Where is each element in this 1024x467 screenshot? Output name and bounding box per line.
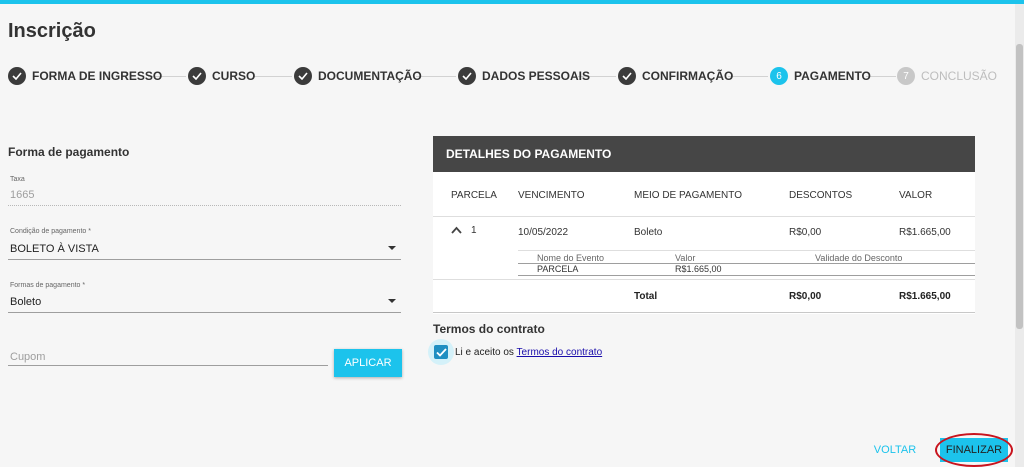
back-button[interactable]: VOLTAR xyxy=(868,441,922,459)
step-label: FORMA DE INGRESSO xyxy=(32,69,163,83)
cupom-input[interactable]: Cupom xyxy=(10,351,45,363)
step-documentacao[interactable]: DOCUMENTAÇÃO xyxy=(294,66,422,86)
check-icon xyxy=(8,67,26,85)
sub-column-header: Nome do Evento xyxy=(537,253,605,263)
row-divider xyxy=(433,279,975,280)
top-accent-bar xyxy=(0,0,1024,4)
chevron-down-icon[interactable] xyxy=(388,299,396,303)
step-label: CURSO xyxy=(212,69,256,83)
total-label: Total xyxy=(634,291,658,302)
payment-details-panel: DETALHES DO PAGAMENTO PARCELA VENCIMENTO… xyxy=(433,136,975,314)
step-label: CONCLUSÃO xyxy=(921,69,998,83)
check-icon xyxy=(294,67,312,85)
step-confirmacao[interactable]: CONFIRMAÇÃO xyxy=(618,66,733,86)
step-dados-pessoais[interactable]: DADOS PESSOAIS xyxy=(458,66,590,86)
evento-cell: PARCELA xyxy=(537,264,579,274)
sub-row-divider xyxy=(518,275,975,276)
chevron-down-icon[interactable] xyxy=(388,246,396,250)
terms-text: Li e aceito os Termos do contrato xyxy=(455,347,602,358)
step-label: CONFIRMAÇÃO xyxy=(642,69,734,83)
stepper: FORMA DE INGRESSO CURSO DOCUMENTAÇÃO DAD… xyxy=(8,66,998,86)
step-label: DADOS PESSOAIS xyxy=(482,69,591,83)
taxa-underline xyxy=(8,205,401,206)
condicao-underline xyxy=(8,259,401,260)
terms-checkbox[interactable] xyxy=(434,345,448,359)
apply-coupon-button[interactable]: APLICAR xyxy=(334,349,402,377)
page-title: Inscrição xyxy=(8,20,96,42)
step-number: 6 xyxy=(770,67,788,85)
check-icon xyxy=(188,67,206,85)
row-divider xyxy=(518,250,975,251)
total-descontos: R$0,00 xyxy=(789,291,822,302)
formas-underline xyxy=(8,312,401,313)
chevron-up-icon[interactable] xyxy=(451,226,462,235)
step-connector xyxy=(416,76,456,77)
total-valor: R$1.665,00 xyxy=(899,291,951,302)
terms-text-prefix: Li e aceito os xyxy=(455,347,514,358)
terms-link[interactable]: Termos do contrato xyxy=(517,347,603,358)
row-divider xyxy=(433,312,975,313)
column-header: MEIO DE PAGAMENTO xyxy=(634,190,742,201)
finish-button[interactable]: FINALIZAR xyxy=(940,438,1008,462)
sub-column-header: Valor xyxy=(675,253,696,263)
descontos-cell: R$0,00 xyxy=(789,227,822,238)
column-header: PARCELA xyxy=(451,190,497,201)
step-number: 7 xyxy=(897,67,915,85)
vencimento-cell: 10/05/2022 xyxy=(518,227,569,238)
formas-label: Formas de pagamento * xyxy=(10,282,86,289)
check-icon xyxy=(435,347,447,357)
column-header: VALOR xyxy=(899,190,933,201)
step-label: PAGAMENTO xyxy=(794,69,871,83)
column-header: DESCONTOS xyxy=(789,190,853,201)
step-curso[interactable]: CURSO xyxy=(188,66,255,86)
parcela-cell: 1 xyxy=(471,225,477,236)
row-divider xyxy=(433,216,975,217)
taxa-value: 1665 xyxy=(10,189,35,201)
column-header: VENCIMENTO xyxy=(518,190,585,201)
condicao-label: Condição de pagamento * xyxy=(10,228,91,235)
step-label: DOCUMENTAÇÃO xyxy=(318,69,422,83)
step-connector xyxy=(728,76,768,77)
formas-select[interactable]: Boleto xyxy=(10,296,41,308)
taxa-label: Taxa xyxy=(10,176,25,183)
sub-header-divider xyxy=(518,263,975,264)
terms-title: Termos do contrato xyxy=(433,322,545,336)
valor-cell: R$1.665,00 xyxy=(899,227,951,238)
condicao-select[interactable]: BOLETO À VISTA xyxy=(10,243,99,255)
payment-details-header: DETALHES DO PAGAMENTO xyxy=(433,136,975,172)
step-connector xyxy=(254,76,292,77)
sub-column-header: Validade do Desconto xyxy=(815,253,903,263)
sub-valor-cell: R$1.665,00 xyxy=(675,264,722,274)
check-icon xyxy=(458,67,476,85)
payment-form-title: Forma de pagamento xyxy=(8,145,130,159)
meio-cell: Boleto xyxy=(634,227,663,238)
cupom-underline xyxy=(8,365,328,366)
step-conclusao: 7 CONCLUSÃO xyxy=(897,66,997,86)
step-pagamento[interactable]: 6 PAGAMENTO xyxy=(770,66,871,86)
scrollbar-thumb[interactable] xyxy=(1016,44,1023,329)
step-forma-de-ingresso[interactable]: FORMA DE INGRESSO xyxy=(8,66,162,86)
check-icon xyxy=(618,67,636,85)
scrollbar[interactable] xyxy=(1015,4,1024,467)
